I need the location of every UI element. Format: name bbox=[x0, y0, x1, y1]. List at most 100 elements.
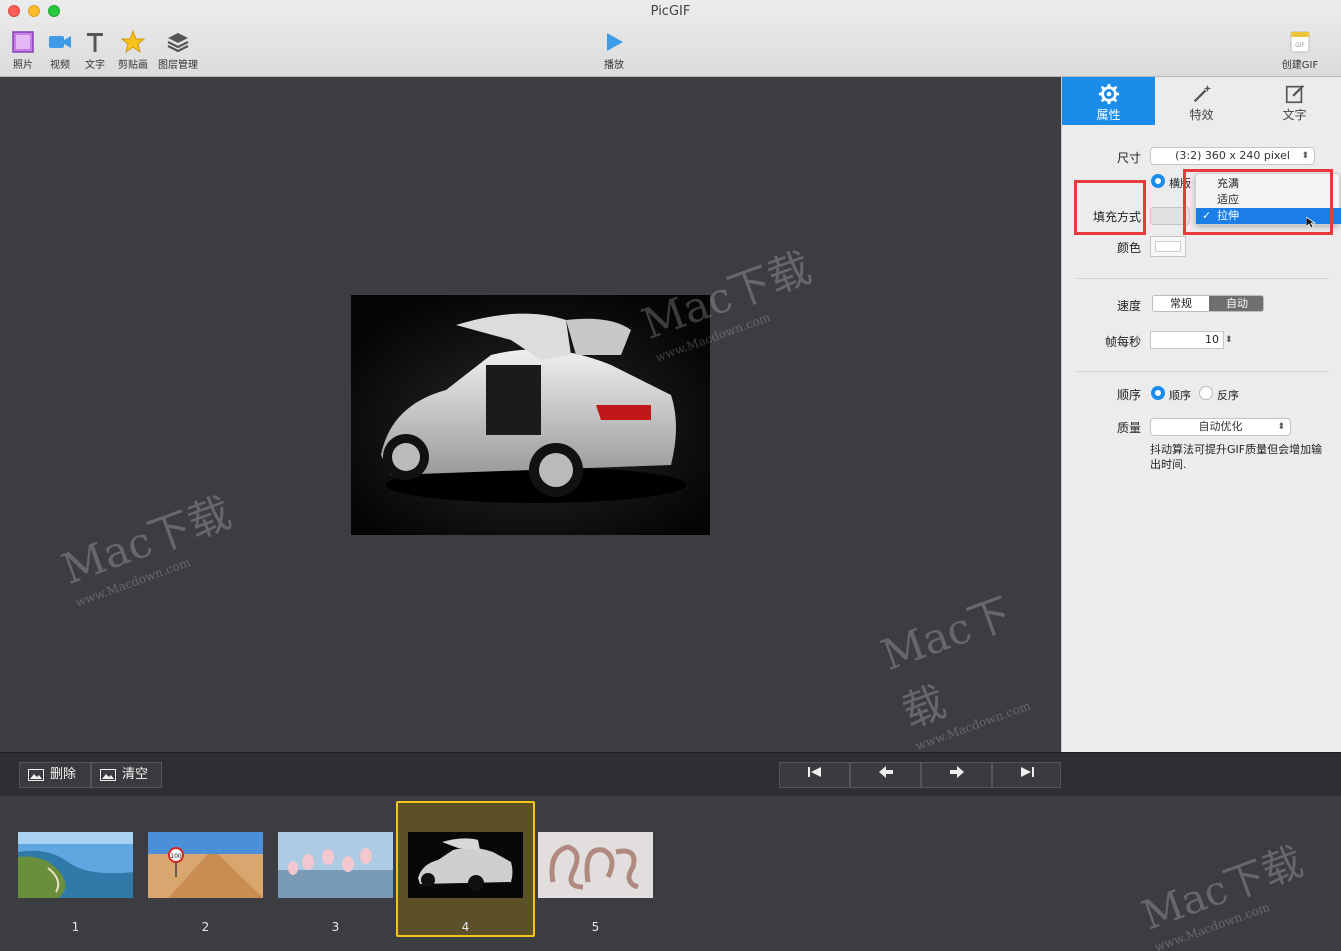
delete-label: 删除 bbox=[50, 767, 77, 782]
clipart-label: 剪贴画 bbox=[118, 60, 148, 71]
window-title: PicGIF bbox=[650, 4, 691, 19]
magic-wand-icon bbox=[1193, 84, 1211, 103]
next-frame-button[interactable] bbox=[921, 762, 992, 788]
window-toolbar: PicGIF 照片 视频 文字 剪贴画 图层管理 播放 GIF 创建GIF bbox=[0, 0, 1341, 77]
edit-pencil-icon bbox=[1285, 84, 1304, 104]
order-reverse-label: 反序 bbox=[1217, 389, 1239, 402]
order-label: 顺序 bbox=[1116, 388, 1141, 402]
frame-thumbnail-1[interactable] bbox=[18, 832, 133, 898]
frame-thumbnail-4[interactable] bbox=[408, 832, 523, 898]
fps-input[interactable]: 10 bbox=[1150, 331, 1224, 349]
speed-sign-text: 100 bbox=[170, 853, 182, 860]
quality-value: 自动优化 bbox=[1198, 420, 1243, 433]
watermark-url: www.Macdown.com bbox=[1152, 899, 1272, 951]
divider bbox=[1076, 371, 1329, 372]
updown-chevron-icon: ⬍ bbox=[1277, 422, 1285, 432]
watermark-brand: Mac下载 bbox=[1136, 838, 1310, 940]
layers-label: 图层管理 bbox=[158, 60, 198, 71]
first-frame-button[interactable] bbox=[779, 762, 850, 788]
play-label: 播放 bbox=[604, 60, 624, 71]
watermark-brand: Mac下载 bbox=[55, 487, 238, 594]
frame-number-4: 4 bbox=[461, 920, 470, 934]
color-label: 颜色 bbox=[1116, 241, 1141, 255]
play-button[interactable]: 播放 bbox=[600, 30, 628, 71]
car-image bbox=[351, 295, 710, 535]
skip-to-end-icon bbox=[1020, 767, 1034, 777]
layer-management-button[interactable]: 图层管理 bbox=[156, 30, 200, 71]
watermark: Mac下载 www.Macdown.com bbox=[52, 479, 243, 610]
size-select[interactable]: (3:2) 360 x 240 pixel ⬍ bbox=[1150, 147, 1315, 165]
previous-frame-button[interactable] bbox=[850, 762, 921, 788]
arrow-left-icon bbox=[878, 766, 893, 778]
rope-art-image bbox=[538, 832, 653, 898]
frame-filmstrip: 1 100 2 3 4 5 Mac下载 www.Macdown.com bbox=[0, 796, 1341, 951]
frame-number-5: 5 bbox=[591, 920, 600, 934]
fps-label: 帧每秒 bbox=[1104, 335, 1141, 349]
dropdown-highlight bbox=[1183, 169, 1333, 235]
add-clipart-button[interactable]: 剪贴画 bbox=[116, 30, 150, 71]
create-gif-label: 创建GIF bbox=[1281, 60, 1319, 71]
watermark-brand: Mac下载 bbox=[874, 588, 1018, 738]
star-icon bbox=[121, 30, 145, 54]
quality-select[interactable]: 自动优化 ⬍ bbox=[1150, 418, 1291, 436]
preview-image[interactable] bbox=[351, 295, 710, 535]
frame-number-2: 2 bbox=[201, 920, 210, 934]
video-label: 视频 bbox=[50, 60, 70, 71]
updown-chevron-icon: ⬍ bbox=[1301, 151, 1309, 161]
frame-thumbnail-2[interactable]: 100 bbox=[148, 832, 263, 898]
frame-thumbnail-3[interactable] bbox=[278, 832, 393, 898]
watermark: Mac下载 www.Macdown.com bbox=[1133, 830, 1315, 951]
coast-image bbox=[18, 832, 133, 898]
arrow-right-icon bbox=[949, 766, 964, 778]
canvas-area[interactable]: Mac下载 www.Macdown.com Mac下载 www.Macdown.co… bbox=[0, 77, 1061, 753]
fill-label-highlight bbox=[1074, 180, 1146, 235]
watermark: Mac下载 www.Macdown.com bbox=[872, 567, 1079, 753]
speed-normal-option[interactable]: 常规 bbox=[1153, 296, 1209, 311]
color-swatch[interactable] bbox=[1150, 236, 1186, 257]
order-forward-label: 顺序 bbox=[1169, 389, 1191, 402]
video-camera-icon bbox=[49, 36, 71, 48]
quality-label: 质量 bbox=[1116, 421, 1141, 435]
play-icon bbox=[607, 33, 623, 51]
tab-properties-label: 属性 bbox=[1096, 108, 1121, 122]
tulips-image bbox=[278, 832, 393, 898]
fps-stepper[interactable]: ⬍ bbox=[1225, 331, 1235, 349]
desert-road-image: 100 bbox=[148, 832, 263, 898]
image-icon bbox=[28, 768, 44, 781]
size-label: 尺寸 bbox=[1116, 151, 1141, 165]
orientation-landscape-radio[interactable] bbox=[1151, 174, 1165, 188]
skip-to-start-icon bbox=[807, 767, 821, 777]
frame-thumbnail-5[interactable] bbox=[538, 832, 653, 898]
watermark-url: www.Macdown.com bbox=[73, 555, 193, 610]
tab-text[interactable]: 文字 bbox=[1248, 77, 1341, 125]
frame-number-3: 3 bbox=[331, 920, 340, 934]
car-thumbnail-image bbox=[408, 832, 523, 898]
tab-effects[interactable]: 特效 bbox=[1155, 77, 1248, 125]
delete-frame-button[interactable]: 删除 bbox=[19, 762, 91, 788]
add-video-button[interactable]: 视频 bbox=[46, 30, 74, 71]
speed-auto-option[interactable]: 自动 bbox=[1209, 296, 1263, 311]
size-value: (3:2) 360 x 240 pixel bbox=[1175, 149, 1290, 162]
tab-effects-label: 特效 bbox=[1189, 108, 1214, 122]
tab-properties[interactable]: 属性 bbox=[1062, 77, 1155, 125]
clear-frames-button[interactable]: 清空 bbox=[91, 762, 162, 788]
add-text-button[interactable]: 文字 bbox=[82, 30, 108, 71]
add-photo-button[interactable]: 照片 bbox=[10, 30, 36, 71]
create-gif-button[interactable]: GIF 创建GIF bbox=[1280, 30, 1320, 71]
text-t-icon bbox=[87, 33, 103, 52]
frame-controls-bar: 删除 清空 bbox=[0, 752, 1341, 796]
gear-icon bbox=[1098, 83, 1119, 105]
gif-badge-text: GIF bbox=[1295, 42, 1305, 49]
text-label: 文字 bbox=[85, 60, 105, 71]
quality-note: 抖动算法可提升GIF质量但会增加输出时间. bbox=[1150, 443, 1323, 471]
layers-icon bbox=[167, 33, 189, 53]
frame-number-1: 1 bbox=[71, 920, 80, 934]
image-icon bbox=[100, 768, 116, 781]
divider bbox=[1076, 278, 1329, 279]
tab-text-label: 文字 bbox=[1282, 108, 1307, 122]
order-forward-radio[interactable] bbox=[1151, 386, 1165, 400]
photo-label: 照片 bbox=[13, 60, 33, 71]
order-reverse-radio[interactable] bbox=[1199, 386, 1213, 400]
photo-icon bbox=[12, 31, 34, 53]
last-frame-button[interactable] bbox=[992, 762, 1061, 788]
